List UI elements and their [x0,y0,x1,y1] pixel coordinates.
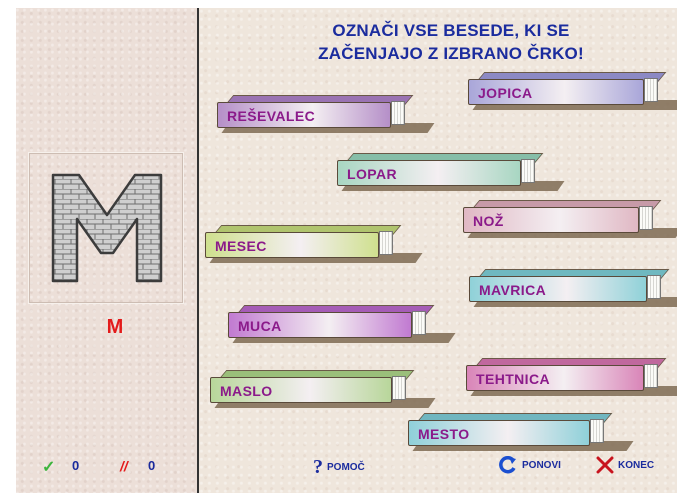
book-word: MASLO [220,383,273,399]
end-button[interactable]: KONEC [596,456,654,474]
book-4[interactable]: NOŽ [463,200,677,248]
wrong-count: 0 [148,458,156,473]
repeat-button[interactable]: PONOVI [498,456,561,474]
book-10[interactable]: MESTO [408,413,634,461]
book-5[interactable]: MESEC [205,225,423,273]
book-word: NOŽ [473,213,504,229]
instruction-title: OZNAČI VSE BESEDE, KI SE ZAČENJAJO Z IZB… [281,19,621,65]
book-pages [391,101,405,125]
book-6[interactable]: MAVRICA [469,269,677,317]
book-word: LOPAR [347,166,397,182]
help-label: POMOČ [327,462,365,473]
book-3[interactable]: LOPAR [337,153,565,201]
book-8[interactable]: TEHTNICA [466,358,677,406]
book-pages [644,364,658,388]
letter-card [28,152,184,304]
end-label: KONEC [618,459,655,471]
book-pages [392,376,406,400]
book-pages [647,275,661,299]
book-9[interactable]: MASLO [210,370,436,418]
instruction-line-2: ZAČENJAJO Z IZBRANO ČRKO! [318,44,584,63]
circular-arrow-icon [499,456,516,474]
book-pages [412,311,426,335]
book-pages [521,159,535,183]
book-2[interactable]: JOPICA [468,72,677,120]
book-pages [590,419,604,443]
book-word: MESEC [215,238,267,254]
double-slash-icon: // [120,458,128,474]
book-word: JOPICA [478,85,533,101]
book-7[interactable]: MUCA [228,305,456,353]
x-icon [596,456,614,474]
correct-count: 0 [72,458,80,473]
book-word: REŠEVALEC [227,108,316,124]
book-pages [639,206,653,230]
stone-letter-m-icon [51,173,163,283]
book-word: TEHTNICA [476,371,550,387]
book-word: MUCA [238,318,282,334]
book-word: MAVRICA [479,282,547,298]
repeat-label: PONOVI [522,459,561,471]
check-icon: ✓ [42,459,56,476]
game-screen: M ✓ 0 // 0 OZNAČI VSE BESEDE, KI SE ZAČE… [0,0,677,493]
help-button[interactable]: ? POMOČ [313,456,365,479]
book-pages [379,231,393,255]
book-1[interactable]: REŠEVALEC [217,95,435,143]
book-pages [644,78,658,102]
question-mark-icon: ? [313,456,323,478]
instruction-line-1: OZNAČI VSE BESEDE, KI SE [332,21,570,40]
book-word: MESTO [418,426,470,442]
selected-letter: M [106,316,124,338]
